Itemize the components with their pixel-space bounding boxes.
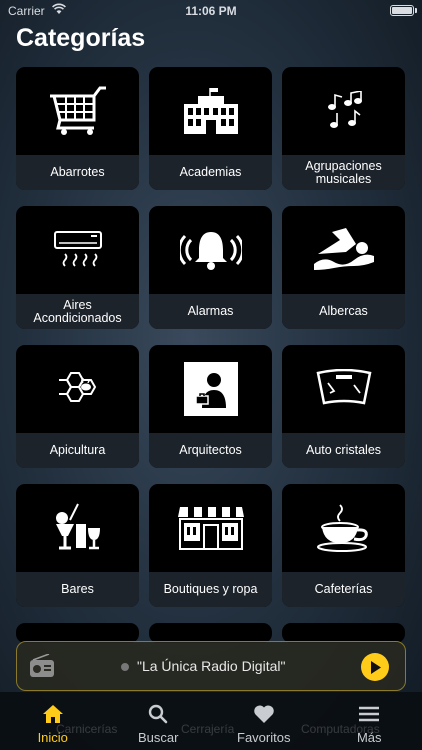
alarm-bell-icon [179,232,242,270]
category-tile-arquitectos[interactable]: Arquitectos [149,345,272,468]
swimmer-icon [313,228,374,270]
home-icon [42,702,64,726]
category-label: Arquitectos [149,433,272,468]
category-tile-boutiques-y-ropa[interactable]: Boutiques y ropa [149,484,272,607]
category-tile-alarmas[interactable]: Alarmas [149,206,272,329]
tab-inicio[interactable]: Inicio [0,692,105,750]
category-tile-carnicerias[interactable] [16,623,139,643]
category-label: Abarrotes [16,155,139,190]
tab-buscar[interactable]: Buscar [106,692,211,750]
tab-label: Favoritos [237,730,291,745]
school-building-icon [183,88,238,134]
category-tile-cerrajeria[interactable] [149,623,272,643]
category-label: Academias [149,155,272,190]
tab-label: Buscar [138,730,179,745]
category-tile-apicultura[interactable]: Apicultura [16,345,139,468]
tab-mas[interactable]: Más [317,692,422,750]
menu-icon [359,702,380,726]
clock: 11:06 PM [185,4,237,18]
category-label: Cafeterías [282,572,405,607]
category-label: Albercas [282,294,405,329]
category-label: Alarmas [149,294,272,329]
category-label: Aires Acondicionados [16,294,139,329]
category-tile-albercas[interactable]: Albercas [282,206,405,329]
shopping-cart-icon [49,86,106,135]
station-name: "La Única Radio Digital" [137,658,286,674]
category-tile-bares[interactable]: Bares [16,484,139,607]
tab-bar: Inicio Buscar Favoritos Más [0,692,422,750]
air-conditioner-icon [53,231,102,267]
music-notes-icon [327,91,362,128]
play-button[interactable] [361,653,389,681]
category-tile-aires-acondicionados[interactable]: Aires Acondicionados [16,206,139,329]
windshield-icon [316,369,371,405]
radio-icon [29,653,55,683]
category-label: Boutiques y ropa [149,572,272,607]
status-bar: Carrier 11:06 PM [0,0,422,22]
cocktail-icon [55,503,100,550]
battery-icon [390,5,414,16]
radio-player-bar[interactable]: "La Única Radio Digital" [16,641,406,691]
tab-label: Más [356,730,382,745]
category-tile-academias[interactable]: Academias [149,67,272,190]
honeycomb-bee-icon [58,372,96,402]
tab-favoritos[interactable]: Favoritos [211,692,316,750]
category-tile-cafeterias[interactable]: Cafeterías [282,484,405,607]
category-label: Apicultura [16,433,139,468]
play-icon [371,660,381,674]
category-label: Bares [16,572,139,607]
search-icon [148,702,168,726]
page-title: Categorías [16,24,146,52]
category-tile-abarrotes[interactable]: Abarrotes [16,67,139,190]
coffee-cup-icon [316,504,368,552]
architect-icon [183,362,238,416]
category-tile-agrupaciones-musicales[interactable]: Agrupaciones musicales [282,67,405,190]
category-grid: Abarrotes Academias Agrupaciones musical… [16,67,405,643]
category-tile-auto-cristales[interactable]: Auto cristales [282,345,405,468]
category-tile-computadoras[interactable] [282,623,405,643]
category-label: Auto cristales [282,433,405,468]
heart-icon [253,702,275,726]
category-label: Agrupaciones musicales [282,155,405,190]
tab-label: Inicio [37,730,68,745]
live-indicator [121,663,129,671]
storefront-icon [177,507,244,550]
